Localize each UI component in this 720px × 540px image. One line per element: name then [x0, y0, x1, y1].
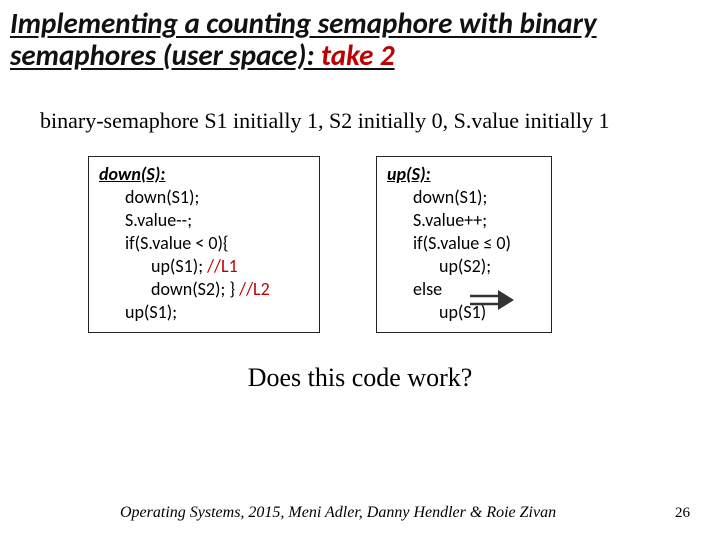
up-code-box: up(S): down(S1); S.value++; if(S.value ≤…	[376, 156, 552, 333]
down-l5: down(S2); } //L2	[99, 278, 309, 301]
up-l4: up(S2);	[387, 255, 541, 278]
down-l1: down(S1);	[99, 186, 309, 209]
up-l6: up(S1)	[387, 301, 541, 324]
up-header: up(S):	[387, 163, 541, 186]
up-l2: S.value++;	[387, 209, 541, 232]
init-line: binary-semaphore S1 initially 1, S2 init…	[40, 108, 710, 134]
arrow-icon	[468, 290, 514, 315]
up-l5: else	[387, 278, 541, 301]
footer: Operating Systems, 2015, Meni Adler, Dan…	[0, 503, 720, 522]
down-l4: up(S1); //L1	[99, 255, 309, 278]
code-boxes: down(S): down(S1); S.value--; if(S.value…	[88, 156, 710, 333]
down-header: down(S):	[99, 163, 309, 186]
down-code-box: down(S): down(S1); S.value--; if(S.value…	[88, 156, 320, 333]
credits: Operating Systems, 2015, Meni Adler, Dan…	[120, 504, 556, 522]
down-l2: S.value--;	[99, 209, 309, 232]
down-l5a: down(S2); }	[151, 278, 239, 300]
slide-title: Implementing a counting semaphore with b…	[10, 8, 710, 72]
down-l4-comment: //L1	[207, 255, 238, 277]
down-l4a: up(S1);	[151, 255, 207, 277]
up-l1: down(S1);	[387, 186, 541, 209]
question-text: Does this code work?	[10, 363, 710, 393]
title-take2: take 2	[321, 37, 395, 73]
page-number: 26	[675, 505, 690, 522]
down-l5-comment: //L2	[239, 278, 270, 300]
down-l3: if(S.value < 0){	[99, 232, 309, 255]
up-l3: if(S.value ≤ 0)	[387, 232, 541, 255]
down-l6: up(S1);	[99, 301, 309, 324]
title-text: Implementing a counting semaphore with b…	[10, 5, 597, 73]
